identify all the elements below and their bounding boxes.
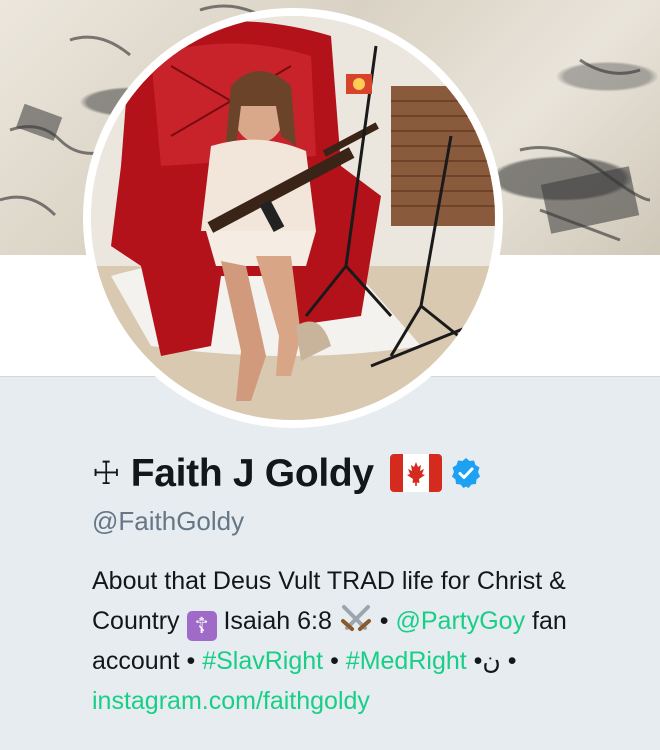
profile-name-row: ☩ Faith J Goldy bbox=[92, 448, 652, 498]
bio-text: Isaiah 6:8 bbox=[223, 607, 332, 635]
bio-hashtag-slavright[interactable]: #SlavRight bbox=[202, 647, 323, 675]
bio-text: •ن • bbox=[473, 647, 517, 675]
profile-handle[interactable]: @FaithGoldy bbox=[92, 506, 652, 537]
bio-link-instagram[interactable]: instagram.com/faithgoldy bbox=[92, 687, 370, 715]
profile-info: ☩ Faith J Goldy @FaithGoldy About that D… bbox=[92, 448, 652, 721]
profile-name[interactable]: Faith J Goldy bbox=[131, 454, 374, 493]
bio-link-partygoy[interactable]: @PartyGoy bbox=[396, 607, 526, 635]
canada-flag-icon bbox=[389, 454, 442, 492]
profile-bio: About that Deus Vult TRAD life for Chris… bbox=[92, 561, 632, 721]
avatar[interactable] bbox=[91, 16, 495, 420]
bio-hashtag-medright[interactable]: #MedRight bbox=[346, 647, 467, 675]
bio-text: • bbox=[379, 607, 389, 635]
verified-badge-icon[interactable] bbox=[450, 457, 482, 489]
avatar-photo bbox=[91, 16, 495, 420]
orthodox-cross-emoji: ☦ bbox=[186, 611, 217, 641]
crossed-swords-icon bbox=[340, 605, 371, 631]
bio-text: • bbox=[330, 647, 339, 675]
name-cross-symbol: ☩ bbox=[92, 455, 121, 491]
